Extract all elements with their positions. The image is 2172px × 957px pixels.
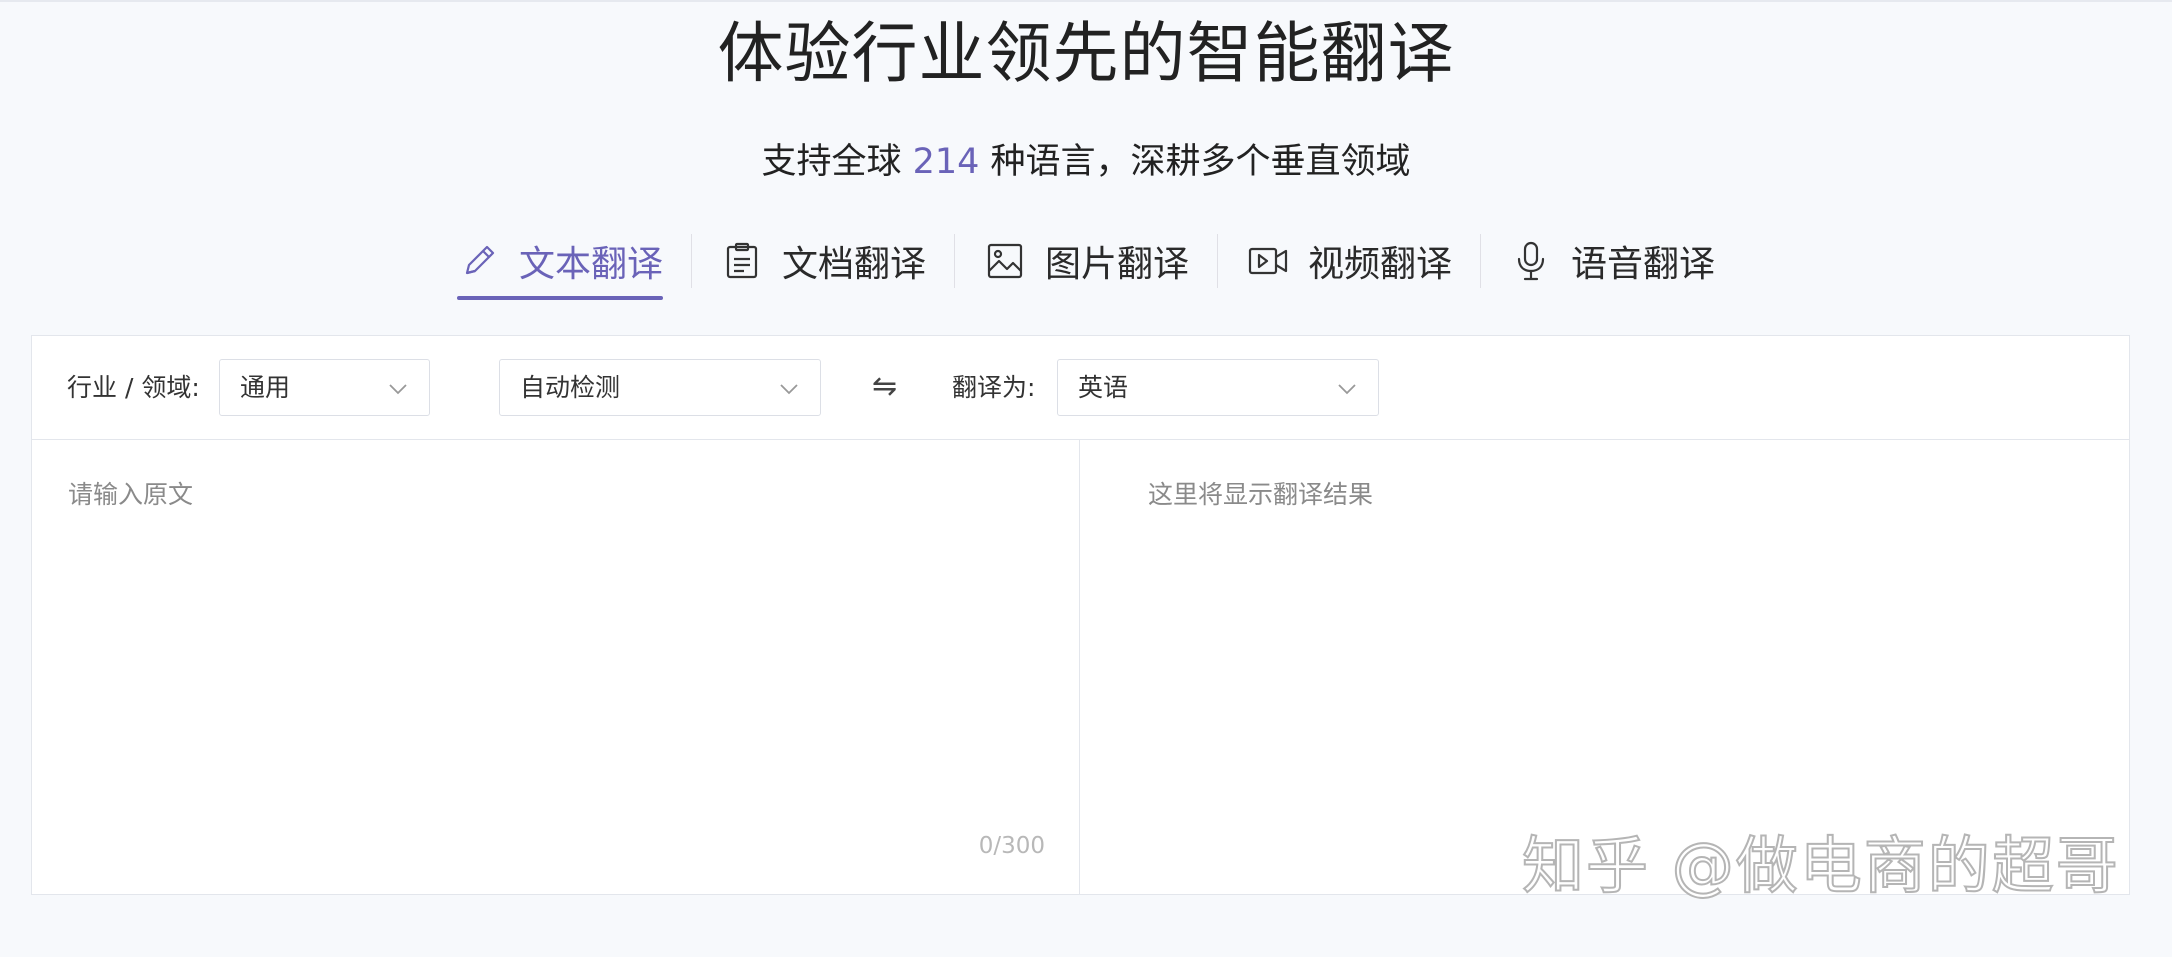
domain-label: 行业 / 领域: <box>67 373 200 402</box>
pencil-icon <box>457 239 501 283</box>
tab-image-translation[interactable]: 图片翻译 <box>955 222 1217 300</box>
chevron-down-icon <box>1338 384 1356 395</box>
target-language-label: 翻译为: <box>952 373 1036 402</box>
chevron-down-icon <box>389 384 407 395</box>
watermark: 知乎 @做电商的超哥 <box>1521 829 2120 903</box>
translation-type-tabs: 文本翻译 文档翻译 图片翻译 视频翻译 语音翻译 <box>0 222 2172 300</box>
tab-video-translation[interactable]: 视频翻译 <box>1218 222 1480 300</box>
character-counter: 0/300 <box>978 833 1045 859</box>
image-icon <box>983 239 1027 283</box>
source-language-value: 自动检测 <box>520 373 621 402</box>
language-count: 214 <box>912 142 980 182</box>
tab-label: 文本翻译 <box>518 244 663 285</box>
chevron-down-icon <box>780 384 798 395</box>
source-language-select[interactable]: 自动检测 <box>499 359 821 416</box>
tab-text-translation[interactable]: 文本翻译 <box>429 222 691 300</box>
language-toolbar: 行业 / 领域: 通用 自动检测 ⇋ 翻译为: 英语 <box>32 336 2129 440</box>
tab-label: 视频翻译 <box>1308 244 1453 285</box>
target-language-value: 英语 <box>1078 373 1129 402</box>
tab-voice-translation[interactable]: 语音翻译 <box>1481 222 1743 300</box>
target-language-select[interactable]: 英语 <box>1057 359 1379 416</box>
translation-result: 这里将显示翻译结果 <box>1081 440 2130 895</box>
top-border <box>0 0 2172 2</box>
microphone-icon <box>1509 239 1553 283</box>
domain-select[interactable]: 通用 <box>219 359 430 416</box>
document-icon <box>720 239 764 283</box>
page-subtitle: 支持全球 214 种语言，深耕多个垂直领域 <box>0 138 2172 186</box>
tab-label: 语音翻译 <box>1571 244 1716 285</box>
page-title: 体验行业领先的智能翻译 <box>717 15 1455 92</box>
translation-panel: 行业 / 领域: 通用 自动检测 ⇋ 翻译为: 英语 请输入原文 0/300 这… <box>31 335 2130 895</box>
subtitle-suffix: 种语言，深耕多个垂直领域 <box>979 142 1411 182</box>
tab-label: 文档翻译 <box>781 244 926 285</box>
swap-languages-icon[interactable]: ⇋ <box>872 371 897 403</box>
tab-document-translation[interactable]: 文档翻译 <box>692 222 954 300</box>
source-placeholder: 请输入原文 <box>68 480 194 509</box>
tab-label: 图片翻译 <box>1044 244 1189 285</box>
domain-select-value: 通用 <box>240 373 291 402</box>
subtitle-prefix: 支持全球 <box>761 142 913 182</box>
result-placeholder: 这里将显示翻译结果 <box>1148 480 1374 509</box>
video-icon <box>1246 239 1290 283</box>
source-text-input[interactable]: 请输入原文 0/300 <box>32 440 1080 895</box>
